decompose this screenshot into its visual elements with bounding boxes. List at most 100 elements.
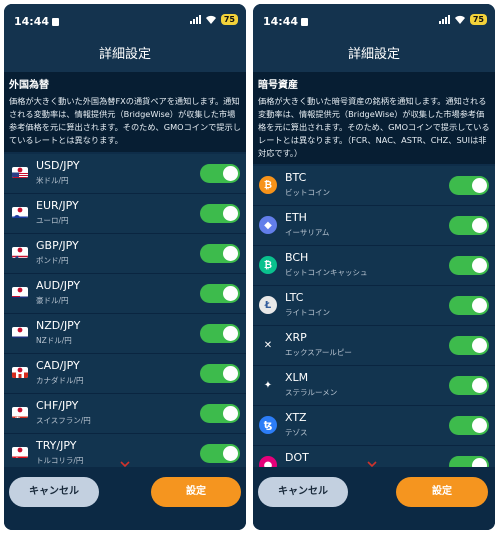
section-heading: 外国為替 — [9, 80, 49, 91]
confirm-button[interactable]: 設定 — [396, 477, 488, 507]
flag-au-jpy-icon — [12, 287, 28, 298]
item-symbol: BTC — [285, 171, 307, 184]
flag-us-jpy-icon — [12, 167, 28, 178]
toggle-switch[interactable] — [449, 336, 489, 355]
description-panel: 外国為替 価格が大きく動いた外国為替FXの通貨ペアを通知します。通知される変動率… — [4, 72, 246, 152]
toggle-switch[interactable] — [449, 416, 489, 435]
toggle-switch[interactable] — [449, 256, 489, 275]
footer-bar: キャンセル 設定 — [253, 467, 495, 530]
item-name: スイスフラン/円 — [36, 416, 91, 425]
wifi-icon — [454, 15, 465, 24]
status-bar: 14:44 75 — [253, 4, 495, 44]
btc-icon: ₿ — [259, 176, 277, 194]
page-title: 詳細設定 — [253, 44, 495, 72]
item-name: NZドル/円 — [36, 336, 72, 345]
item-symbol: CHF/JPY — [36, 399, 79, 412]
ltc-icon: Ł — [259, 296, 277, 314]
xrp-icon: ✕ — [259, 336, 277, 354]
xlm-icon: ✦ — [259, 376, 277, 394]
item-symbol: BCH — [285, 251, 309, 264]
toggle-switch[interactable] — [449, 176, 489, 195]
flag-ch-jpy-icon — [12, 407, 28, 418]
list-item: CAD/JPY カナダドル/円 — [4, 354, 246, 394]
item-name: カナダドル/円 — [36, 376, 84, 385]
item-symbol: CAD/JPY — [36, 359, 80, 372]
signal-icon — [438, 15, 450, 24]
item-symbol: DOT — [285, 451, 309, 464]
crypto-list: ₿ BTC ビットコイン ◆ ETH イーサリアム ₿ BCH ビットコインキャッシュ… — [253, 166, 495, 486]
toggle-switch[interactable] — [200, 324, 240, 343]
item-symbol: XLM — [285, 371, 309, 384]
list-item: Ł LTC ライトコイン — [253, 286, 495, 326]
item-name: ビットコイン — [285, 188, 330, 197]
item-name: ステラルーメン — [285, 388, 338, 397]
item-name: 豪ドル/円 — [36, 296, 69, 305]
item-name: イーサリアム — [285, 228, 330, 237]
toggle-switch[interactable] — [449, 216, 489, 235]
eth-icon: ◆ — [259, 216, 277, 234]
toggle-switch[interactable] — [449, 376, 489, 395]
toggle-switch[interactable] — [200, 364, 240, 383]
list-item: GBP/JPY ポンド/円 — [4, 234, 246, 274]
item-symbol: XRP — [285, 331, 307, 344]
list-item: ✕ XRP エックスアールピー — [253, 326, 495, 366]
description-text: 価格が大きく動いた外国為替FXの通貨ペアを通知します。通知される変動率は、情報提… — [9, 96, 241, 145]
item-name: ビットコインキャッシュ — [285, 268, 368, 277]
flag-tr-jpy-icon — [12, 447, 28, 458]
flag-eu-jpy-icon — [12, 207, 28, 218]
battery-icon: 75 — [469, 14, 487, 25]
currency-pair-list: USD/JPY 米ドル/円 EUR/JPY ユーロ/円 GBP/JPY ポンド/… — [4, 154, 246, 474]
item-symbol: AUD/JPY — [36, 279, 81, 292]
crypto-settings-screen: 14:44 75 詳細設定 暗号資産 価格が大きく動いた暗号資産の銘柄を通知しま… — [253, 4, 495, 530]
list-item: ◆ ETH イーサリアム — [253, 206, 495, 246]
cancel-button[interactable]: キャンセル — [258, 477, 348, 507]
page-title: 詳細設定 — [4, 44, 246, 72]
item-name: エックスアールピー — [285, 348, 352, 357]
toggle-switch[interactable] — [200, 244, 240, 263]
item-symbol: XTZ — [285, 411, 307, 424]
item-symbol: LTC — [285, 291, 304, 304]
item-symbol: ETH — [285, 211, 307, 224]
item-symbol: TRY/JPY — [36, 439, 77, 452]
toggle-switch[interactable] — [449, 296, 489, 315]
flag-ca-jpy-icon — [12, 367, 28, 378]
item-name: テゾス — [285, 428, 308, 437]
list-item: AUD/JPY 豪ドル/円 — [4, 274, 246, 314]
list-item: USD/JPY 米ドル/円 — [4, 154, 246, 194]
toggle-switch[interactable] — [200, 204, 240, 223]
xtz-icon: ꜩ — [259, 416, 277, 434]
description-panel: 暗号資産 価格が大きく動いた暗号資産の銘柄を通知します。通知される変動率は、情報… — [253, 72, 495, 164]
list-item: EUR/JPY ユーロ/円 — [4, 194, 246, 234]
list-item: CHF/JPY スイスフラン/円 — [4, 394, 246, 434]
item-name: 米ドル/円 — [36, 176, 69, 185]
description-text: 価格が大きく動いた暗号資産の銘柄を通知します。通知される変動率は、情報提供元（B… — [258, 96, 490, 158]
item-symbol: USD/JPY — [36, 159, 80, 172]
list-item: NZD/JPY NZドル/円 — [4, 314, 246, 354]
signal-icon — [189, 15, 201, 24]
toggle-switch[interactable] — [200, 284, 240, 303]
lock-icon — [52, 18, 60, 26]
wifi-icon — [205, 15, 216, 24]
item-name: ユーロ/円 — [36, 216, 69, 225]
list-item: ₿ BTC ビットコイン — [253, 166, 495, 206]
toggle-switch[interactable] — [200, 404, 240, 423]
lock-icon — [301, 18, 309, 26]
flag-gb-jpy-icon — [12, 247, 28, 258]
toggle-switch[interactable] — [200, 164, 240, 183]
item-name: トルコリラ/円 — [36, 456, 84, 465]
item-symbol: NZD/JPY — [36, 319, 81, 332]
item-name: ポンド/円 — [36, 256, 69, 265]
status-bar: 14:44 75 — [4, 4, 246, 44]
fx-settings-screen: 14:44 75 詳細設定 外国為替 価格が大きく動いた外国為替FXの通貨ペアを… — [4, 4, 246, 530]
section-heading: 暗号資産 — [258, 80, 298, 91]
footer-bar: キャンセル 設定 — [4, 467, 246, 530]
bch-icon: ₿ — [259, 256, 277, 274]
item-symbol: GBP/JPY — [36, 239, 79, 252]
confirm-button[interactable]: 設定 — [151, 477, 241, 507]
list-item: ꜩ XTZ テゾス — [253, 406, 495, 446]
toggle-switch[interactable] — [200, 444, 240, 463]
cancel-button[interactable]: キャンセル — [9, 477, 99, 507]
item-symbol: EUR/JPY — [36, 199, 79, 212]
status-time: 14:44 — [14, 15, 60, 28]
list-item: ✦ XLM ステラルーメン — [253, 366, 495, 406]
